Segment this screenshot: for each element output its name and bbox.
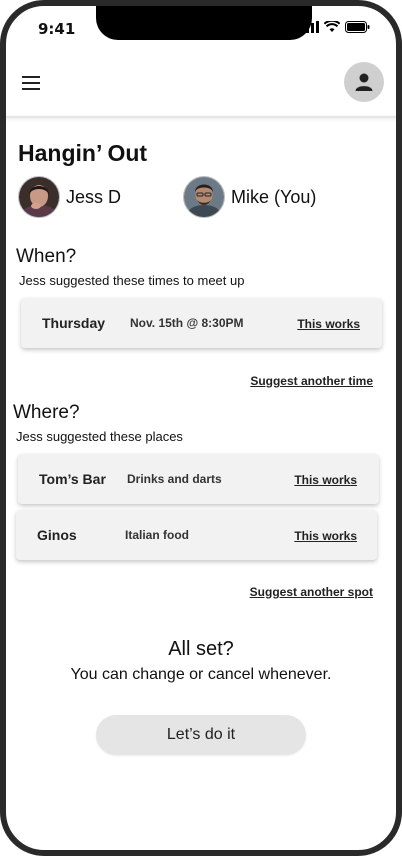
- user-profile-icon: [355, 73, 373, 91]
- place-option-card[interactable]: Tom’s Bar Drinks and darts This works: [18, 454, 379, 504]
- where-heading: Where?: [13, 402, 80, 423]
- status-icons: [301, 21, 370, 33]
- place-name: Ginos: [37, 527, 77, 543]
- time-option-card[interactable]: Thursday Nov. 15th @ 8:30PM This works: [21, 298, 382, 348]
- avatar: [18, 176, 60, 218]
- this-works-link[interactable]: This works: [294, 529, 357, 543]
- place-description: Italian food: [125, 528, 189, 542]
- time-option-datetime: Nov. 15th @ 8:30PM: [130, 316, 244, 330]
- participant-mike[interactable]: Mike (You): [183, 176, 316, 218]
- status-time: 9:41: [38, 20, 76, 38]
- confirm-subtitle: You can change or cancel whenever.: [70, 666, 332, 683]
- confirm-title: All set?: [168, 638, 234, 660]
- participant-name: Jess D: [66, 186, 122, 207]
- device-notch: [96, 6, 312, 40]
- avatar: [183, 176, 225, 218]
- when-subtitle: Jess suggested these times to meet up: [19, 273, 245, 288]
- this-works-link[interactable]: This works: [294, 473, 357, 487]
- this-works-link[interactable]: This works: [297, 317, 360, 331]
- wifi-icon: [324, 21, 340, 32]
- person-photo-icon: [19, 177, 59, 217]
- header-divider: [6, 116, 396, 118]
- place-name: Tom’s Bar: [39, 471, 106, 487]
- battery-icon: [345, 21, 370, 33]
- place-description: Drinks and darts: [127, 472, 222, 486]
- page-title: Hangin’ Out: [18, 140, 148, 166]
- participant-jess[interactable]: Jess D: [18, 176, 121, 218]
- place-option-card[interactable]: Ginos Italian food This works: [16, 510, 377, 560]
- hamburger-menu-icon: [22, 76, 40, 90]
- confirm-button[interactable]: Let’s do it: [96, 715, 306, 755]
- when-heading: When?: [16, 246, 77, 267]
- suggest-another-spot-link[interactable]: Suggest another spot: [250, 585, 373, 599]
- participant-name: Mike (You): [231, 186, 317, 207]
- cellular-signal-icon: [301, 21, 319, 33]
- person-photo-icon: [184, 177, 224, 217]
- profile-button[interactable]: [344, 62, 384, 102]
- time-option-day: Thursday: [42, 315, 106, 331]
- menu-button[interactable]: [18, 70, 44, 96]
- suggest-another-time-link[interactable]: Suggest another time: [250, 374, 373, 388]
- where-subtitle: Jess suggested these places: [16, 429, 183, 444]
- phone-frame: 9:41 Hangin’ Out Jess D Mike (You) When?…: [0, 0, 402, 856]
